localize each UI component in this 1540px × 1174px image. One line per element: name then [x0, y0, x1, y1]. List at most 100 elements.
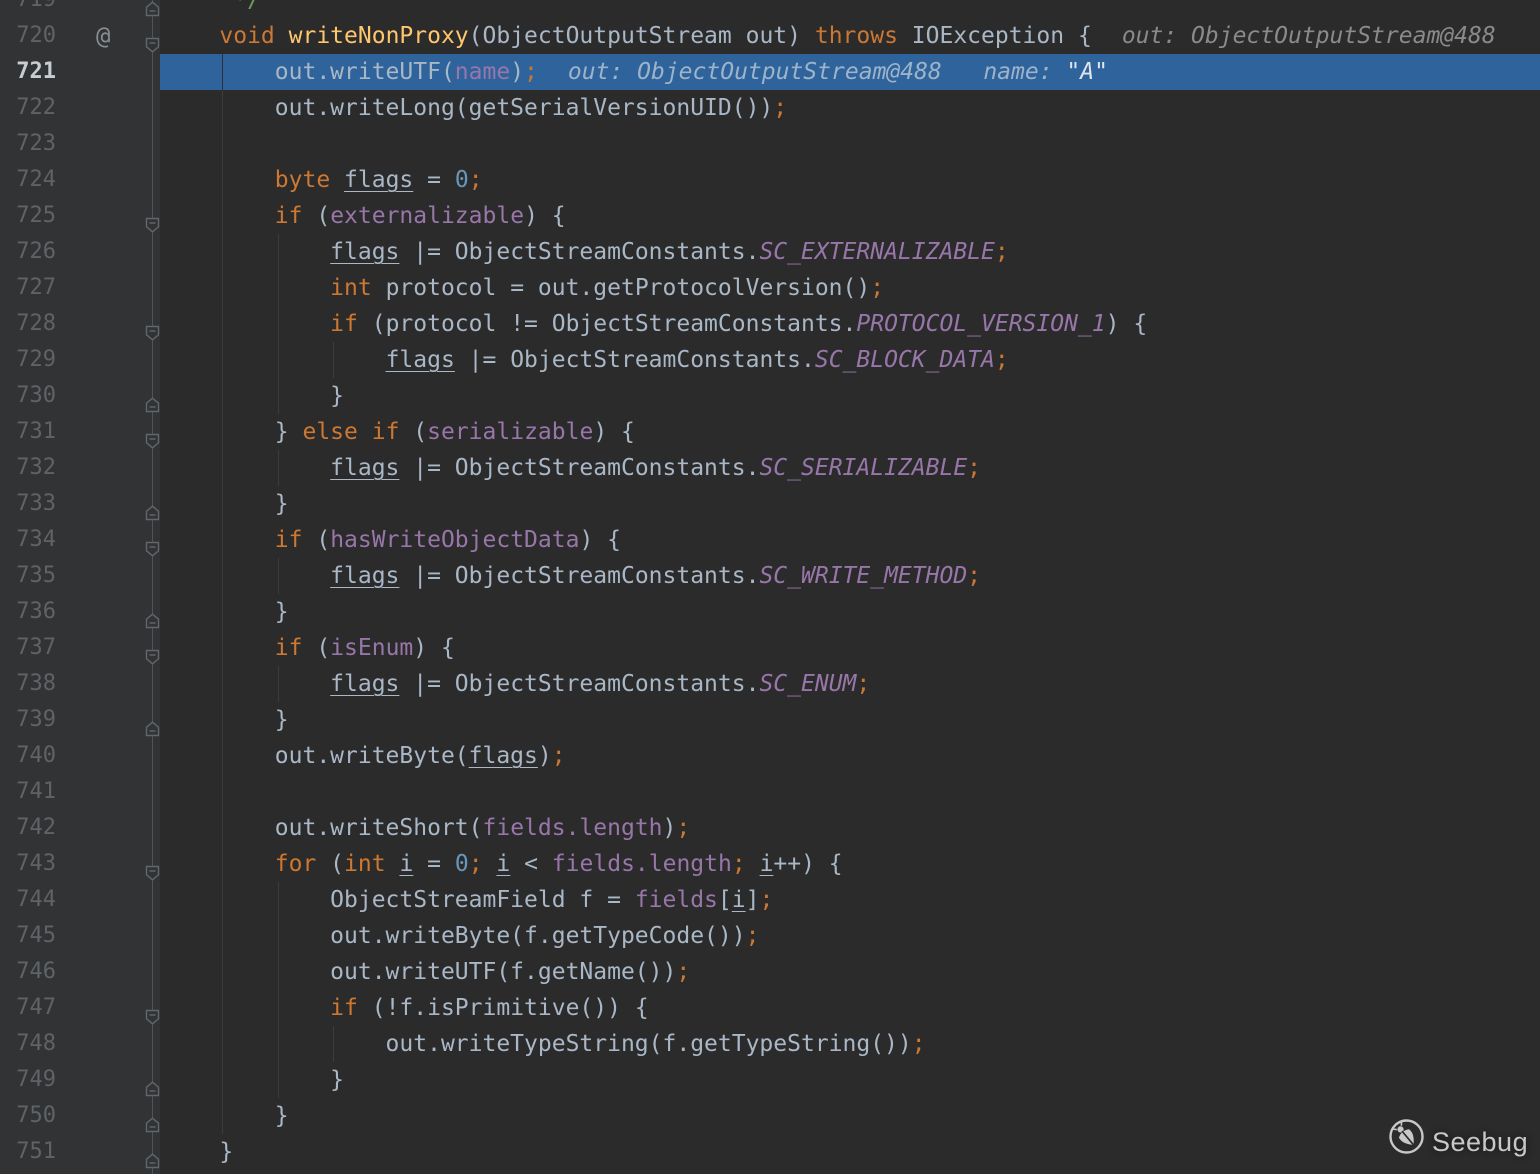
fold-end-icon[interactable] [145, 604, 160, 620]
code-line-row: 745 out.writeByte(f.getTypeCode()); [0, 918, 1540, 954]
fold-start-icon[interactable] [145, 856, 160, 872]
code-token [164, 527, 275, 553]
line-number[interactable]: 745 [0, 918, 56, 954]
fold-end-icon[interactable] [145, 1144, 160, 1160]
code-line-text[interactable]: } [160, 702, 289, 738]
code-line-text[interactable]: flags |= ObjectStreamConstants.SC_BLOCK_… [160, 342, 1009, 378]
line-number[interactable]: 735 [0, 558, 56, 594]
code-token: ; [856, 671, 870, 697]
code-token: void [219, 23, 274, 49]
code-line-text[interactable]: out.writeUTF(f.getName()); [160, 954, 690, 990]
code-line-text[interactable]: out.writeByte(f.getTypeCode()); [160, 918, 759, 954]
fold-start-icon[interactable] [145, 640, 160, 656]
line-number[interactable]: 722 [0, 90, 56, 126]
code-token: ObjectStreamField f = [164, 887, 635, 913]
code-token: name [455, 59, 510, 85]
line-number[interactable]: 748 [0, 1026, 56, 1062]
code-line-text[interactable]: if (isEnum) { [160, 630, 455, 666]
annotation-indicator-icon[interactable]: @ [96, 18, 124, 54]
fold-end-icon[interactable] [145, 712, 160, 728]
fold-end-icon[interactable] [145, 0, 160, 8]
line-number[interactable]: 727 [0, 270, 56, 306]
code-line-text[interactable]: } [160, 1098, 289, 1134]
line-number[interactable]: 719 [0, 0, 56, 18]
code-token: out.writeByte( [164, 743, 469, 769]
code-line-text[interactable] [160, 774, 164, 810]
line-number[interactable]: 730 [0, 378, 56, 414]
code-line-text[interactable]: ObjectStreamField f = fields[i]; [160, 882, 773, 918]
line-number[interactable]: 733 [0, 486, 56, 522]
code-line-text[interactable]: void writeNonProxy(ObjectOutputStream ou… [160, 18, 1496, 54]
fold-start-icon[interactable] [145, 316, 160, 332]
line-number[interactable]: 726 [0, 234, 56, 270]
code-line-text[interactable]: out.writeUTF(name);out: ObjectOutputStre… [160, 54, 1108, 90]
line-number[interactable]: 741 [0, 774, 56, 810]
code-line-text[interactable]: */ [160, 0, 261, 18]
fold-end-icon[interactable] [145, 388, 160, 404]
line-number[interactable]: 749 [0, 1062, 56, 1098]
line-number[interactable]: 723 [0, 126, 56, 162]
code-line-text[interactable]: } [160, 378, 344, 414]
line-number[interactable]: 746 [0, 954, 56, 990]
code-line-text[interactable]: } [160, 1134, 233, 1170]
code-line-text[interactable] [160, 126, 164, 162]
code-token: 0 [455, 167, 469, 193]
code-token: isEnum [330, 635, 413, 661]
code-line-text[interactable]: } [160, 594, 289, 630]
code-token: |= ObjectStreamConstants. [399, 563, 759, 589]
line-number[interactable]: 731 [0, 414, 56, 450]
code-token [164, 311, 330, 337]
line-number[interactable]: 744 [0, 882, 56, 918]
line-number[interactable]: 736 [0, 594, 56, 630]
code-token: ; [759, 887, 773, 913]
line-number[interactable]: 720 [0, 18, 56, 54]
code-token [164, 239, 330, 265]
code-line-text[interactable]: } [160, 486, 289, 522]
line-number[interactable]: 737 [0, 630, 56, 666]
code-line-text[interactable]: flags |= ObjectStreamConstants.SC_ENUM; [160, 666, 870, 702]
line-number[interactable]: 742 [0, 810, 56, 846]
code-token [746, 851, 760, 877]
code-token: PROTOCOL_VERSION_1 [856, 311, 1105, 337]
fold-start-icon[interactable] [145, 532, 160, 548]
line-number[interactable]: 747 [0, 990, 56, 1026]
code-line-text[interactable]: if (!f.isPrimitive()) { [160, 990, 649, 1026]
code-token: ; [676, 959, 690, 985]
fold-end-icon[interactable] [145, 1072, 160, 1088]
fold-start-icon[interactable] [145, 28, 160, 44]
code-line-text[interactable]: flags |= ObjectStreamConstants.SC_WRITE_… [160, 558, 981, 594]
line-number[interactable]: 725 [0, 198, 56, 234]
line-number[interactable]: 743 [0, 846, 56, 882]
fold-start-icon[interactable] [145, 208, 160, 224]
code-line-text[interactable]: if (hasWriteObjectData) { [160, 522, 621, 558]
line-number[interactable]: 738 [0, 666, 56, 702]
line-number[interactable]: 750 [0, 1098, 56, 1134]
code-line-text[interactable]: if (externalizable) { [160, 198, 566, 234]
fold-end-icon[interactable] [145, 496, 160, 512]
code-line-text[interactable]: out.writeTypeString(f.getTypeString()); [160, 1026, 926, 1062]
code-line-text[interactable]: out.writeShort(fields.length); [160, 810, 690, 846]
code-line-text[interactable]: } else if (serializable) { [160, 414, 635, 450]
code-line-text[interactable]: flags |= ObjectStreamConstants.SC_EXTERN… [160, 234, 1009, 270]
code-line-text[interactable]: out.writeLong(getSerialVersionUID()); [160, 90, 787, 126]
line-number[interactable]: 732 [0, 450, 56, 486]
line-number[interactable]: 734 [0, 522, 56, 558]
fold-start-icon[interactable] [145, 424, 160, 440]
line-number[interactable]: 740 [0, 738, 56, 774]
code-line-text[interactable]: out.writeByte(flags); [160, 738, 566, 774]
code-line-text[interactable]: if (protocol != ObjectStreamConstants.PR… [160, 306, 1147, 342]
line-number[interactable]: 721 [0, 54, 56, 90]
fold-end-icon[interactable] [145, 1108, 160, 1124]
code-line-text[interactable]: int protocol = out.getProtocolVersion(); [160, 270, 884, 306]
line-number[interactable]: 729 [0, 342, 56, 378]
code-token [275, 23, 289, 49]
line-number[interactable]: 724 [0, 162, 56, 198]
line-number[interactable]: 728 [0, 306, 56, 342]
code-line-text[interactable]: flags |= ObjectStreamConstants.SC_SERIAL… [160, 450, 981, 486]
line-number[interactable]: 751 [0, 1134, 56, 1170]
fold-start-icon[interactable] [145, 1000, 160, 1016]
code-line-text[interactable]: byte flags = 0; [160, 162, 483, 198]
line-number[interactable]: 739 [0, 702, 56, 738]
code-line-text[interactable]: } [160, 1062, 344, 1098]
code-line-text[interactable]: for (int i = 0; i < fields.length; i++) … [160, 846, 843, 882]
